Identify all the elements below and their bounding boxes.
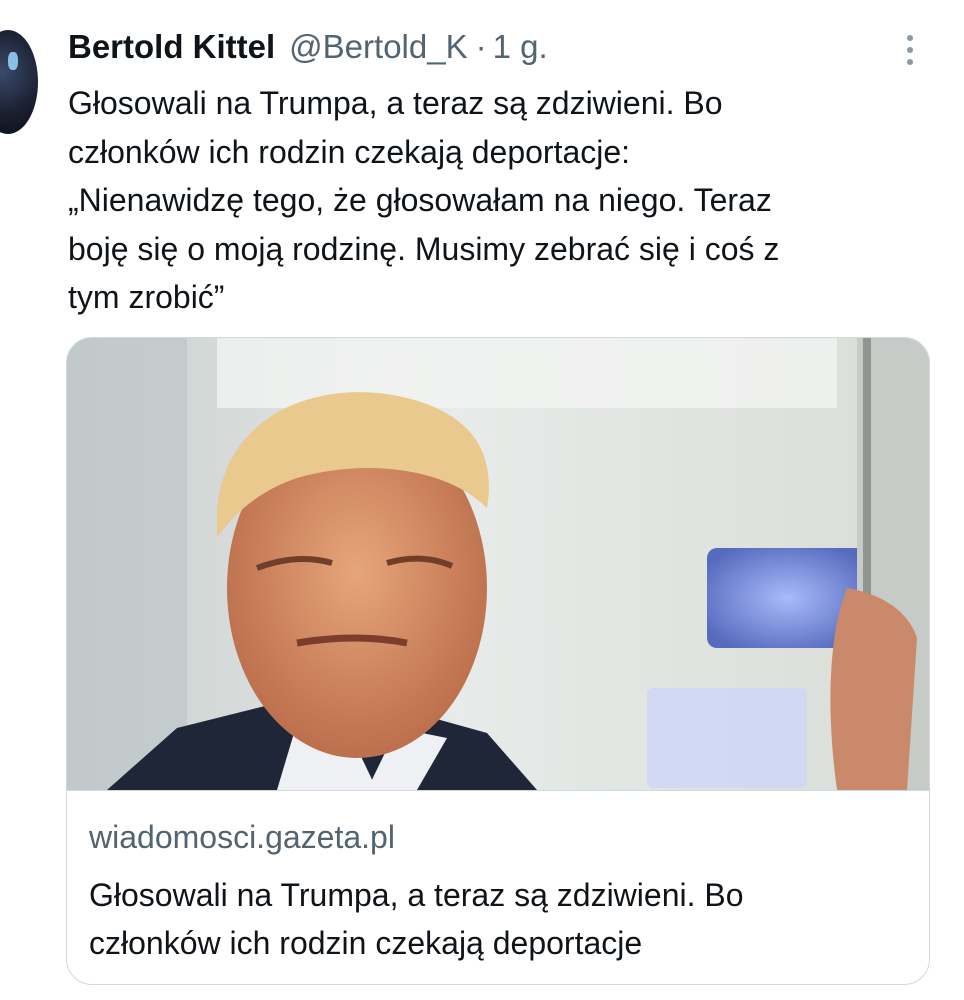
avatar[interactable] <box>0 30 38 134</box>
card-image[interactable] <box>67 338 929 790</box>
more-dot <box>907 47 913 53</box>
more-options-icon[interactable] <box>896 30 924 70</box>
more-dot <box>907 35 913 41</box>
tweet-header: Bertold Kittel @Bertold_K · 1 g. <box>68 22 548 72</box>
header-separator: · <box>475 28 487 65</box>
author-name[interactable]: Bertold Kittel <box>68 28 275 66</box>
article-photo-icon <box>67 338 929 790</box>
tweet-text: Głosowali na Trumpa, a teraz są zdziwien… <box>68 85 780 315</box>
link-card[interactable]: wiadomosci.gazeta.pl Głosowali na Trumpa… <box>66 337 930 985</box>
card-footer: wiadomosci.gazeta.pl Głosowali na Trumpa… <box>67 790 929 984</box>
more-dot <box>907 59 913 65</box>
card-domain[interactable]: wiadomosci.gazeta.pl <box>89 819 395 856</box>
card-title[interactable]: Głosowali na Trumpa, a teraz są zdziwien… <box>89 871 889 967</box>
tweet-timestamp[interactable]: 1 g. <box>493 28 548 66</box>
avatar-glint <box>8 52 18 70</box>
author-handle[interactable]: @Bertold_K <box>289 28 467 66</box>
